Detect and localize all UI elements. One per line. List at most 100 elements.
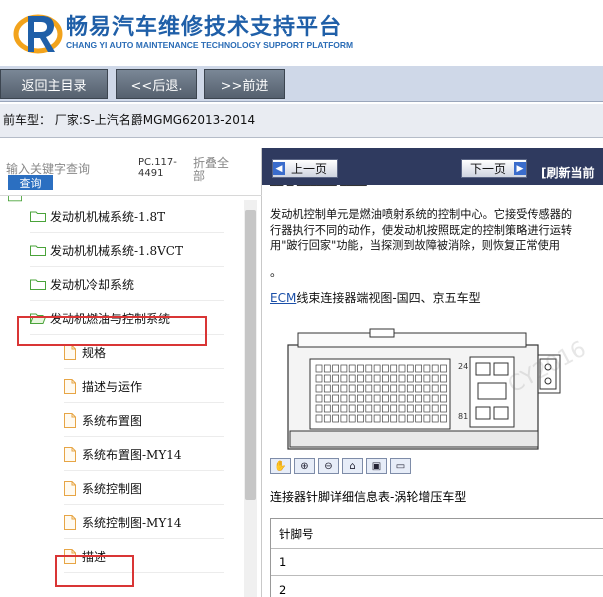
- tree-item[interactable]: 描述与运作: [64, 370, 224, 403]
- connector-pin: [332, 404, 339, 413]
- connector-pin: [406, 384, 414, 393]
- connector-pin: [365, 364, 373, 373]
- tree-scrollbar[interactable]: [244, 200, 257, 597]
- connector-pin: [406, 414, 414, 423]
- connector-pin: [423, 374, 431, 383]
- document-icon: [64, 412, 82, 428]
- connector-pin: [415, 414, 422, 423]
- connector-pin: [440, 364, 447, 373]
- connector-pin: [398, 364, 406, 373]
- home-icon[interactable]: ⌂: [342, 458, 363, 474]
- connector-pin: [373, 364, 381, 373]
- connector-pin: [315, 374, 323, 383]
- navigation-panel: 输入关键字查询 查询 PC.117-4491 折叠全部 发动机机械系统-1.8T…: [0, 148, 262, 597]
- connector-pin: [423, 404, 431, 413]
- tree-item[interactable]: 系统控制图: [64, 472, 224, 505]
- folder-icon: [30, 278, 50, 290]
- tree-item[interactable]: 系统控制图-MY14: [64, 506, 224, 539]
- connector-pin: [323, 364, 331, 373]
- car-model-line: 前车型： 厂家:S-上汽名爵MGMG62013-2014: [0, 104, 603, 138]
- connector-pin: [340, 364, 348, 373]
- back-button[interactable]: <<后退.: [116, 69, 197, 99]
- connector-pin: [348, 414, 356, 423]
- scrollbar-thumb[interactable]: [245, 210, 256, 500]
- tree-item-label: 发动机机械系统-1.8T: [50, 209, 166, 224]
- connector-pin: [357, 404, 364, 413]
- tree-item[interactable]: 系统布置图: [64, 404, 224, 437]
- connector-pin: [423, 384, 431, 393]
- connector-pin: [431, 394, 439, 403]
- connector-pin: [390, 394, 398, 403]
- connector-pin: [365, 374, 373, 383]
- zoom-out-icon[interactable]: ⊖: [318, 458, 339, 474]
- zoom-in-icon[interactable]: ⊕: [294, 458, 315, 474]
- connector-pin: [390, 384, 398, 393]
- connector-pin: [431, 364, 439, 373]
- connector-pin: [357, 414, 364, 423]
- connector-pin: [382, 364, 389, 373]
- fold-all-link[interactable]: 折叠全部: [193, 157, 233, 183]
- app-title: 畅易汽车维修技术支持平台: [66, 15, 343, 40]
- connector-pin: [390, 374, 398, 383]
- connector-pin: [382, 374, 389, 383]
- tree-item[interactable]: 发动机冷却系统: [30, 268, 224, 301]
- tree-item[interactable]: 发动机机械系统-1.8VCT: [30, 234, 224, 267]
- connector-pin: [431, 374, 439, 383]
- connector-pin: [406, 364, 414, 373]
- connector-pin: [406, 394, 414, 403]
- connector-pin: [423, 394, 431, 403]
- tree-item[interactable]: 发动机机械系统-1.8T: [30, 200, 224, 233]
- app-header: 畅易汽车维修技术支持平台 CHANG YI AUTO MAINTENANCE T…: [0, 0, 603, 66]
- connector-pin: [398, 414, 406, 423]
- connector-pin: [315, 414, 323, 423]
- pin-table-title: 连接器针脚详细信息表-涡轮增压车型: [270, 490, 467, 504]
- connector-pin: [373, 374, 381, 383]
- window-icon[interactable]: ▭: [390, 458, 411, 474]
- folder-icon: [30, 210, 50, 222]
- document-icon: [64, 514, 82, 530]
- connector-pin: [382, 404, 389, 413]
- connector-pin: [357, 374, 364, 383]
- pc-code: PC.117-4491: [138, 157, 177, 179]
- connector-pin: [357, 364, 364, 373]
- next-page-button[interactable]: 下一页 ▶: [461, 159, 527, 178]
- connector-pin: [440, 404, 447, 413]
- highlight-box: [55, 555, 134, 587]
- connector-pin: [415, 384, 422, 393]
- document-icon: [64, 480, 82, 496]
- connector-pin: [382, 414, 389, 423]
- paragraph-line: 用"跛行回家"功能，当探测到故障被消除，则恢复正常使用: [270, 239, 560, 252]
- connector-pin: [315, 404, 323, 413]
- connector-pin: [365, 414, 373, 423]
- connector-pin: [431, 404, 439, 413]
- search-button[interactable]: 查询: [8, 175, 53, 190]
- connector-pin: [406, 374, 414, 383]
- nav-bar: 返回主目录 <<后退. >>前进: [0, 66, 603, 102]
- prev-page-button[interactable]: ◀ 上一页: [272, 159, 338, 178]
- connector-pin: [332, 364, 339, 373]
- connector-pin: [415, 394, 422, 403]
- partial-text-line: ━━ ━ ━━━━━━ ━━━━: [270, 185, 603, 191]
- connector-pin: [340, 414, 348, 423]
- refresh-link[interactable]: [刷新当前: [541, 164, 595, 181]
- pan-hand-icon[interactable]: ✋: [270, 458, 291, 474]
- connector-pin: [340, 394, 348, 403]
- folder-icon: [8, 196, 22, 202]
- connector-pin: [340, 384, 348, 393]
- home-button[interactable]: 返回主目录: [0, 69, 108, 99]
- next-page-label: 下一页: [470, 162, 507, 176]
- fit-icon[interactable]: ▣: [366, 458, 387, 474]
- tree-item-label: 发动机机械系统-1.8VCT: [50, 243, 183, 258]
- connector-pin: [423, 364, 431, 373]
- forward-button[interactable]: >>前进: [204, 69, 285, 99]
- connector-pin: [340, 374, 348, 383]
- tree-item[interactable]: 系统布置图-MY14: [64, 438, 224, 471]
- document-icon: [64, 446, 82, 462]
- connector-pin: [332, 374, 339, 383]
- connector-pin: [415, 364, 422, 373]
- pin-label-24: 24: [458, 362, 468, 371]
- connector-pin: [365, 404, 373, 413]
- pin-table: 针脚号 1 2: [270, 518, 603, 597]
- connector-pin: [323, 374, 331, 383]
- connector-pin: [398, 404, 406, 413]
